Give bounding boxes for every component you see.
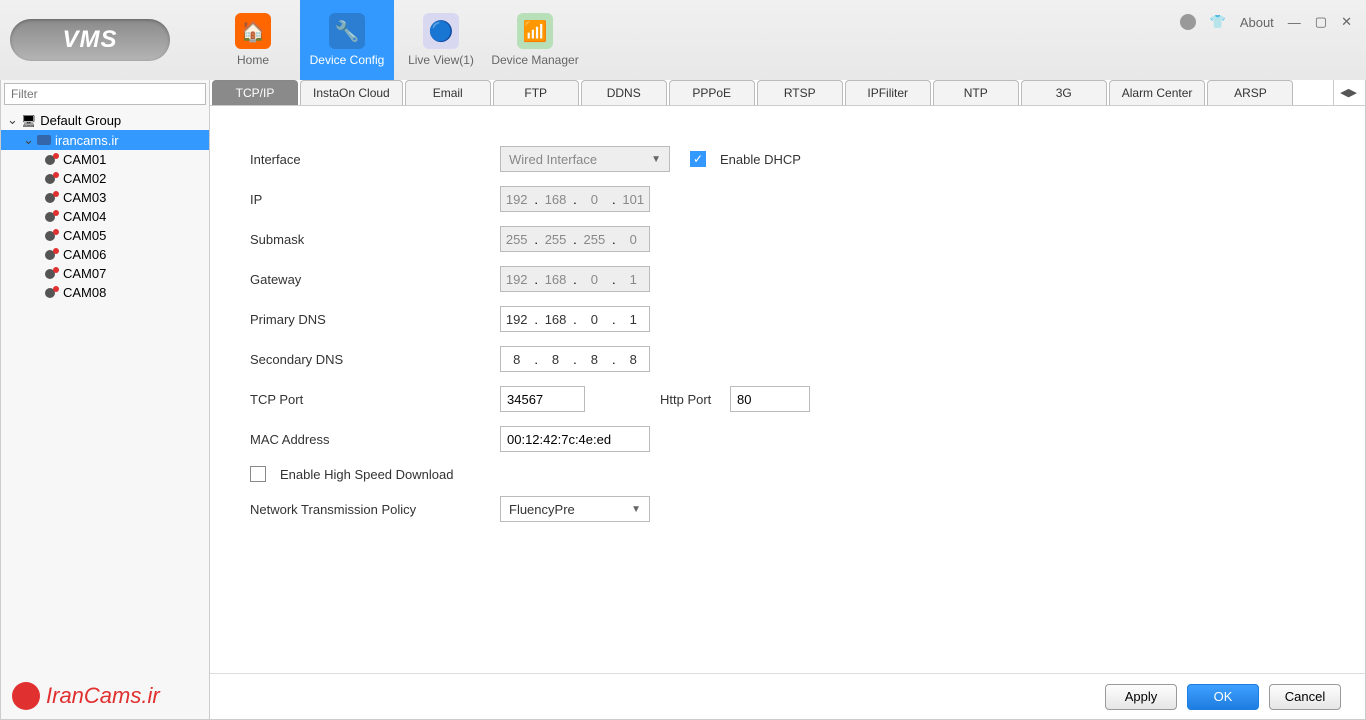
tree-cam[interactable]: CAM03 (1, 188, 209, 207)
secondary-dns-input[interactable]: 8.8.8.8 (500, 346, 650, 372)
camera-icon (45, 269, 59, 279)
tree-cam[interactable]: CAM07 (1, 264, 209, 283)
submask-label: Submask (250, 232, 500, 247)
tree-cam[interactable]: CAM02 (1, 169, 209, 188)
tab-ftp[interactable]: FTP (493, 80, 579, 105)
mac-input[interactable] (500, 426, 650, 452)
interface-select[interactable]: Wired Interface▼ (500, 146, 670, 172)
filter-input[interactable] (4, 83, 206, 105)
close-button[interactable]: ✕ (1341, 14, 1352, 30)
camera-icon (45, 231, 59, 241)
tab-ipfilter[interactable]: IPFiliter (845, 80, 931, 105)
submask-input[interactable]: 255.255.255.0 (500, 226, 650, 252)
ip-input[interactable]: 192.168.0.101 (500, 186, 650, 212)
device-manager-icon (517, 13, 553, 49)
maximize-button[interactable]: ▢ (1315, 14, 1327, 30)
info-icon[interactable] (1180, 14, 1196, 30)
group-icon (21, 113, 36, 128)
home-icon (235, 13, 271, 49)
gateway-label: Gateway (250, 272, 500, 287)
ok-button[interactable]: OK (1187, 684, 1259, 710)
ip-label: IP (250, 192, 500, 207)
apply-button[interactable]: Apply (1105, 684, 1177, 710)
tab-3g[interactable]: 3G (1021, 80, 1107, 105)
tab-ntp[interactable]: NTP (933, 80, 1019, 105)
footer-buttons: Apply OK Cancel (210, 673, 1365, 719)
enable-dhcp-checkbox[interactable]: ✓Enable DHCP (690, 151, 801, 167)
tcp-port-input[interactable] (500, 386, 585, 412)
tab-arsp[interactable]: ARSP (1207, 80, 1293, 105)
window-controls: 👕 About — ▢ ✕ (1180, 14, 1352, 30)
camera-icon (45, 155, 59, 165)
camera-icon (45, 288, 59, 298)
nav-device-manager[interactable]: Device Manager (488, 0, 582, 80)
camera-icon (45, 212, 59, 222)
title-bar: VMS Home Device Config Live View(1) Devi… (0, 0, 1366, 80)
tab-alarm-center[interactable]: Alarm Center (1109, 80, 1206, 105)
nav-tabs: Home Device Config Live View(1) Device M… (206, 0, 582, 80)
tcpip-form: Interface Wired Interface▼ ✓Enable DHCP … (210, 106, 1365, 673)
http-port-input[interactable] (730, 386, 810, 412)
config-tabs: TCP/IP InstaOn Cloud Email FTP DDNS PPPo… (210, 80, 1365, 106)
chevron-down-icon: ▼ (631, 504, 641, 515)
tab-ddns[interactable]: DDNS (581, 80, 667, 105)
device-tree-panel: ⌄Default Group ⌄irancams.ir CAM01 CAM02 … (0, 80, 210, 720)
camera-icon (45, 250, 59, 260)
secondary-dns-label: Secondary DNS (250, 352, 500, 367)
primary-dns-label: Primary DNS (250, 312, 500, 327)
tree-cam[interactable]: CAM06 (1, 245, 209, 264)
tree-cam[interactable]: CAM08 (1, 283, 209, 302)
mac-label: MAC Address (250, 432, 500, 447)
device-tree: ⌄Default Group ⌄irancams.ir CAM01 CAM02 … (1, 108, 209, 719)
gateway-input[interactable]: 192.168.0.1 (500, 266, 650, 292)
nav-device-config[interactable]: Device Config (300, 0, 394, 80)
chevron-down-icon: ▼ (651, 154, 661, 165)
tree-group[interactable]: ⌄Default Group (1, 110, 209, 130)
checkbox-icon: ✓ (690, 151, 706, 167)
checkbox-icon (250, 466, 266, 482)
tab-tcpip[interactable]: TCP/IP (212, 80, 298, 105)
tab-pppoe[interactable]: PPPoE (669, 80, 755, 105)
hsd-checkbox[interactable]: Enable High Speed Download (250, 466, 453, 482)
skin-icon[interactable]: 👕 (1210, 14, 1226, 30)
interface-label: Interface (250, 152, 500, 167)
tree-cam[interactable]: CAM05 (1, 226, 209, 245)
device-icon (37, 135, 51, 145)
content-panel: TCP/IP InstaOn Cloud Email FTP DDNS PPPo… (210, 80, 1366, 720)
nav-home[interactable]: Home (206, 0, 300, 80)
tcp-port-label: TCP Port (250, 392, 500, 407)
tree-cam[interactable]: CAM01 (1, 150, 209, 169)
cancel-button[interactable]: Cancel (1269, 684, 1341, 710)
primary-dns-input[interactable]: 192.168.0.1 (500, 306, 650, 332)
http-port-label: Http Port (660, 392, 730, 407)
live-icon (423, 13, 459, 49)
tree-device[interactable]: ⌄irancams.ir (1, 130, 209, 150)
config-icon (329, 13, 365, 49)
ntp-label: Network Transmission Policy (250, 502, 500, 517)
ntp-select[interactable]: FluencyPre▼ (500, 496, 650, 522)
tree-cam[interactable]: CAM04 (1, 207, 209, 226)
tabs-scroll[interactable]: ◀▶ (1333, 80, 1363, 105)
tab-email[interactable]: Email (405, 80, 491, 105)
tab-rtsp[interactable]: RTSP (757, 80, 843, 105)
minimize-button[interactable]: — (1288, 15, 1301, 30)
about-link[interactable]: About (1240, 15, 1274, 30)
camera-icon (45, 193, 59, 203)
camera-icon (45, 174, 59, 184)
tab-instaon[interactable]: InstaOn Cloud (300, 80, 403, 105)
nav-live-view[interactable]: Live View(1) (394, 0, 488, 80)
app-logo: VMS (10, 19, 170, 61)
